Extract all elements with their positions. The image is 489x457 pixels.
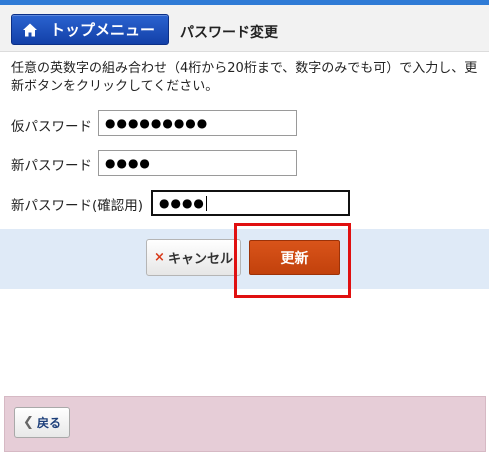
back-label: 戻る [36,416,61,430]
new-password-label: 新パスワード [11,158,92,174]
new-password-value: ●●●● [105,156,151,170]
text-caret [205,195,207,211]
temp-password-label: 仮パスワード [11,119,92,135]
cancel-label: キャンセル [167,252,233,267]
top-menu-label: トップメニュー [50,21,156,39]
new-password-input[interactable]: ●●●● [98,150,297,176]
footer-bar [4,396,486,452]
confirm-password-input[interactable]: ●●●● [151,190,350,216]
instructions-text: 任意の英数字の組み合わせ（4桁から20桁まで、数字のみでも可）で入力し、更新ボタ… [11,61,478,94]
confirm-password-label: 新パスワード(確認用) [11,198,144,214]
cancel-button[interactable]: × キャンセル [146,239,241,276]
confirm-password-value: ●●●● [159,196,205,210]
home-icon [23,23,37,36]
chevron-left-icon: ❮ [23,415,34,430]
back-button[interactable]: ❮ 戻る [14,407,70,438]
temp-password-value: ●●●●●●●●● [105,116,209,130]
header-bar: トップメニュー パスワード変更 [0,5,489,52]
highlight-box [234,223,351,298]
top-menu-button[interactable]: トップメニュー [11,14,169,45]
temp-password-input[interactable]: ●●●●●●●●● [98,110,297,136]
page-title: パスワード変更 [180,25,278,41]
close-icon: × [154,250,165,265]
